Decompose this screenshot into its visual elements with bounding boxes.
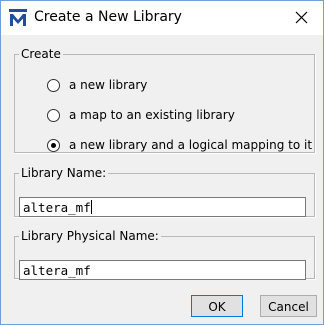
library-physical-name-group: Library Physical Name: altera_mf xyxy=(14,229,315,280)
text-caret xyxy=(90,200,92,214)
dialog-title: Create a New Library xyxy=(34,9,182,25)
radio-button[interactable] xyxy=(47,109,60,122)
library-physical-name-legend: Library Physical Name: xyxy=(21,229,159,243)
radio-button[interactable] xyxy=(47,79,60,92)
library-physical-name-value: altera_mf xyxy=(23,263,91,278)
radio-button-selected[interactable] xyxy=(47,139,60,152)
create-library-dialog: Create a New Library Create a new librar… xyxy=(0,0,324,325)
modelsim-logo-icon xyxy=(9,9,27,27)
library-name-legend: Library Name: xyxy=(21,166,107,180)
library-name-input[interactable]: altera_mf xyxy=(19,197,306,217)
create-group: Create a new library a map to an existin… xyxy=(14,47,315,153)
option-label: a new library xyxy=(69,78,148,92)
cancel-button[interactable]: Cancel xyxy=(260,295,317,317)
close-icon xyxy=(295,11,308,24)
ok-button[interactable]: OK xyxy=(191,295,243,317)
create-group-legend: Create xyxy=(21,47,61,61)
library-name-group: Library Name: altera_mf xyxy=(14,166,315,217)
close-button[interactable] xyxy=(281,1,323,35)
option-label: a map to an existing library xyxy=(69,108,235,122)
library-name-value: altera_mf xyxy=(23,200,91,215)
title-bar: Create a New Library xyxy=(1,1,323,35)
option-label: a new library and a logical mapping to i… xyxy=(69,138,313,152)
library-physical-name-input[interactable]: altera_mf xyxy=(19,260,306,280)
